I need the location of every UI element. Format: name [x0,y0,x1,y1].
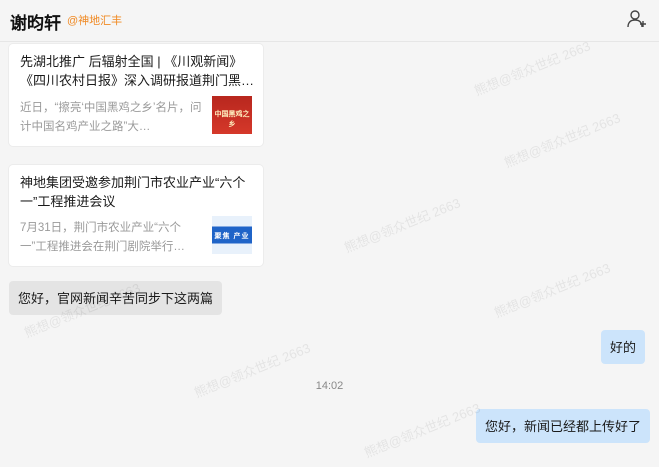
news-card-desc: 近日，“擦亮‘中国黑鸡之乡’名片，问计中国名鸡产业之路”大… [20,102,202,133]
news-card-2[interactable]: 神地集团受邀参加荆门市农业产业“六个一”工程推进会议 7月31日，荆门市农业产业… [9,165,263,266]
message-timestamp: 14:02 [315,380,344,392]
news-card-title: 神地集团受邀参加荆门市农业产业“六个一”工程推进会议 [20,175,246,209]
watermark: 熊想@领众世纪 2663 [472,38,593,99]
outgoing-message[interactable]: 好的 [601,330,646,364]
chat-header: 谢昀轩 @神地汇丰 [0,0,659,42]
watermark: 熊想@领众世纪 2663 [362,400,483,461]
outgoing-message[interactable]: 您好，新闻已经都上传好了 [476,409,651,443]
watermark: 熊想@领众世纪 2663 [492,260,613,321]
watermark: 熊想@领众世纪 2663 [502,110,623,171]
thumbnail-caption: 聚焦 产业 [214,233,250,240]
news-card-1[interactable]: 先湖北推广 后辐射全国 | 《川观新闻》《四川农村日报》深入调研报道荆门黑… 近… [9,44,263,146]
news-card-desc: 7月31日，荆门市农业产业“六个一”工程推进会在荆门剧院举行… [20,222,185,253]
thumbnail-caption: 中国黑鸡之乡 [214,111,250,128]
contact-name: 谢昀轩 [10,14,61,33]
news-card-thumbnail: 中国黑鸡之乡 [212,96,252,134]
news-card-title: 先湖北推广 后辐射全国 | 《川观新闻》《四川农村日报》深入调研报道荆门黑… [20,54,255,88]
incoming-message[interactable]: 您好，官网新闻辛苦同步下这两篇 [9,281,223,315]
news-card-thumbnail: 聚焦 产业 [212,216,252,254]
watermark: 熊想@领众世纪 2663 [342,195,463,256]
contact-company-tag: @神地汇丰 [67,15,123,27]
add-member-icon[interactable] [626,8,648,30]
